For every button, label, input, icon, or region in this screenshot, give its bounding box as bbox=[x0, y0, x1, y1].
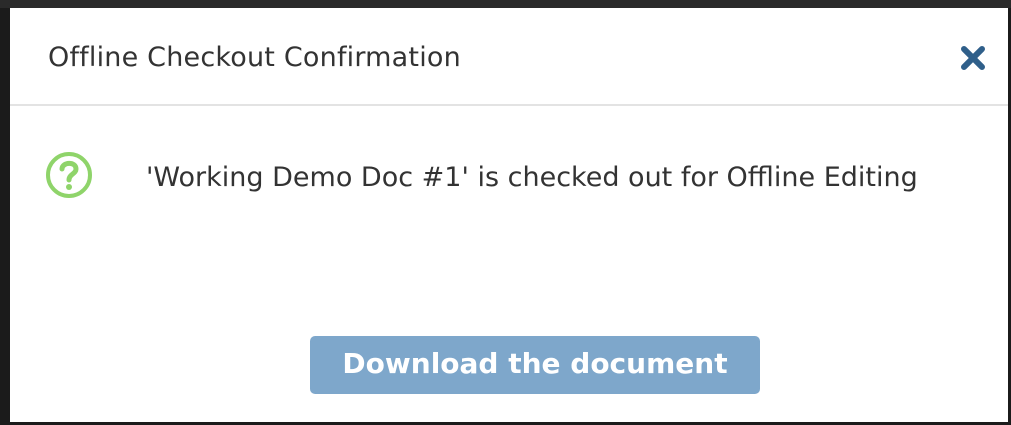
close-icon[interactable] bbox=[956, 41, 990, 75]
checkout-message: 'Working Demo Doc #1' is checked out for… bbox=[146, 162, 918, 193]
dialog-title: Offline Checkout Confirmation bbox=[48, 42, 461, 73]
question-icon bbox=[44, 150, 94, 200]
download-document-button[interactable]: Download the document bbox=[310, 336, 760, 394]
backdrop-strip bbox=[0, 0, 1011, 8]
dialog-body: 'Working Demo Doc #1' is checked out for… bbox=[10, 106, 1008, 422]
screen-backdrop: Offline Checkout Confirmation 'Working D… bbox=[0, 0, 1011, 425]
offline-checkout-dialog: Offline Checkout Confirmation 'Working D… bbox=[10, 8, 1008, 422]
dialog-header: Offline Checkout Confirmation bbox=[10, 8, 1008, 106]
